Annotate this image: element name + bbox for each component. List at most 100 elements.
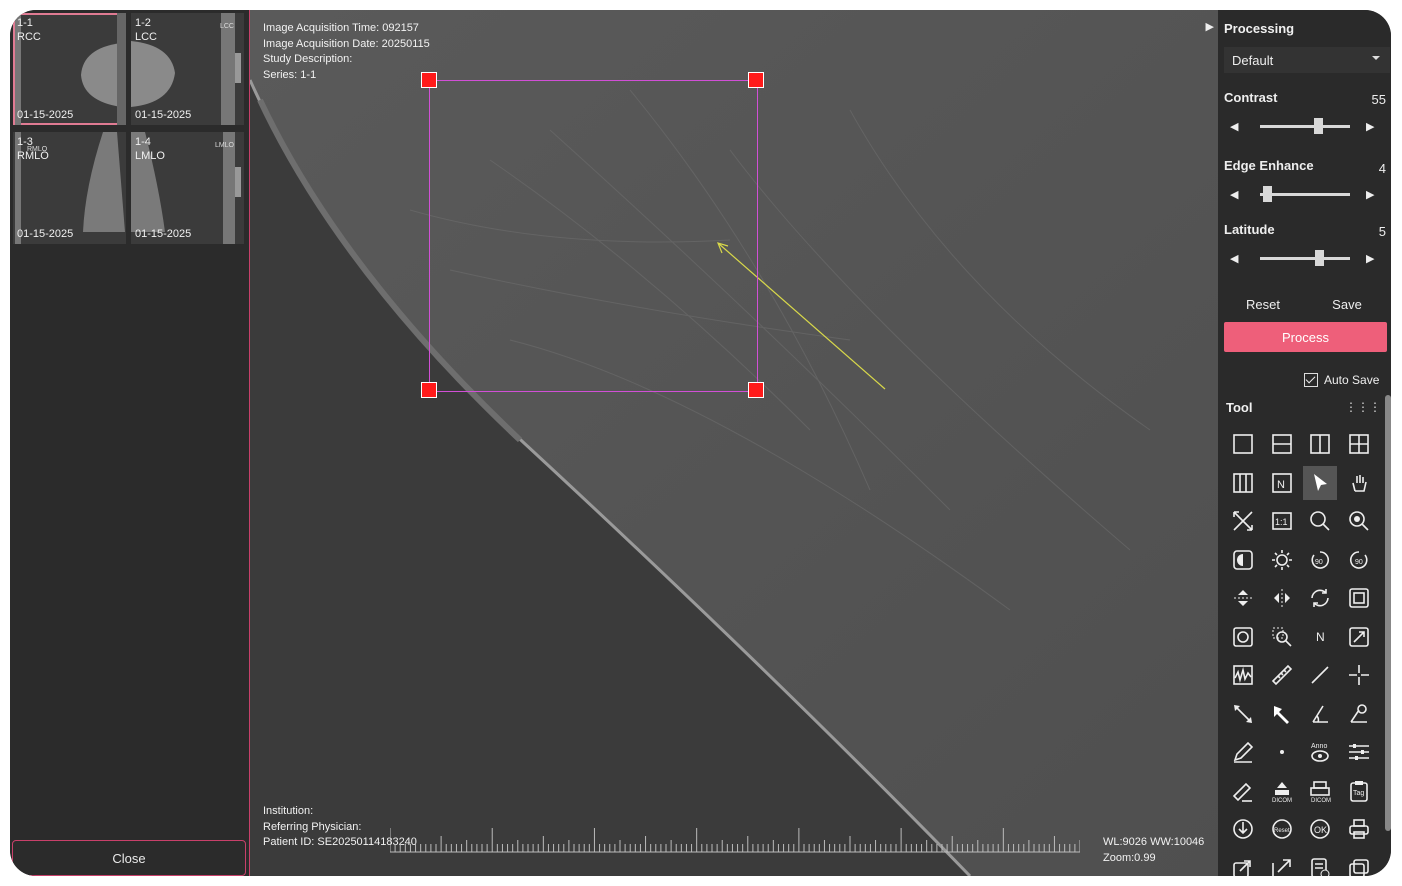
- image-viewer[interactable]: Image Acquisition Time: 092157 Image Acq…: [250, 10, 1218, 876]
- fit-screen-icon[interactable]: [1226, 504, 1260, 538]
- collapse-panel-icon[interactable]: ▶: [1206, 20, 1214, 33]
- process-button[interactable]: Process: [1224, 322, 1387, 352]
- latitude-slider[interactable]: ◀ ▶: [1226, 249, 1390, 267]
- series: Series: 1-1: [263, 68, 317, 81]
- zoom-region-icon[interactable]: [1265, 620, 1299, 654]
- checkbox-icon[interactable]: [1304, 373, 1318, 387]
- pencil-icon[interactable]: [1226, 735, 1260, 769]
- roi-handle-bottom-left[interactable]: [421, 382, 437, 398]
- actual-size-icon: 1:1: [1271, 512, 1292, 530]
- tool-title: Tool: [1226, 400, 1253, 415]
- report-icon[interactable]: [1303, 851, 1337, 876]
- roi-handle-top-left[interactable]: [421, 72, 437, 88]
- download-icon[interactable]: [1226, 812, 1260, 846]
- pointer-icon[interactable]: [1303, 465, 1337, 500]
- contrast-slider[interactable]: ◀ ▶: [1226, 117, 1390, 135]
- slider-knob[interactable]: [1263, 186, 1273, 202]
- edge-enhance-slider[interactable]: ◀ ▶: [1226, 185, 1390, 203]
- grid-menu-icon[interactable]: ⋮⋮⋮: [1345, 400, 1381, 414]
- flip-horizontal-icon: [1273, 589, 1290, 607]
- tag-clipboard-icon[interactable]: Tag: [1342, 774, 1376, 808]
- zoom-icon[interactable]: [1303, 504, 1337, 538]
- slider-knob[interactable]: [1315, 250, 1325, 266]
- pan-hand-icon[interactable]: [1342, 466, 1376, 500]
- dicom-print-icon[interactable]: DICOM: [1303, 774, 1337, 808]
- flip-horizontal-icon[interactable]: [1265, 581, 1299, 615]
- pointer-icon: [1314, 473, 1327, 491]
- layout-1x2-icon[interactable]: [1265, 427, 1299, 461]
- cobb-angle-icon[interactable]: [1342, 697, 1376, 731]
- thumbnail-id: 1-4: [135, 136, 151, 148]
- layout-1x1-icon[interactable]: [1226, 427, 1260, 461]
- increase-icon[interactable]: ▶: [1366, 120, 1374, 133]
- brightness-icon[interactable]: [1265, 543, 1299, 577]
- slider-track[interactable]: [1260, 257, 1350, 260]
- rotate-right-90-icon[interactable]: 90: [1342, 543, 1376, 577]
- invert-icon[interactable]: [1226, 543, 1260, 577]
- reset-icon[interactable]: Reset: [1265, 812, 1299, 846]
- n-icon[interactable]: N: [1303, 620, 1337, 654]
- reset-button[interactable]: Reset: [1223, 293, 1303, 315]
- export-arrow-icon[interactable]: [1265, 851, 1299, 876]
- svg-text:90: 90: [1315, 559, 1323, 566]
- copy-window-icon[interactable]: [1342, 851, 1376, 876]
- auto-save-checkbox[interactable]: Auto Save: [1304, 373, 1379, 387]
- layout-2x1-icon[interactable]: [1303, 427, 1337, 461]
- arrow-icon[interactable]: [1265, 697, 1299, 731]
- crosshair-icon[interactable]: [1342, 658, 1376, 692]
- increase-icon[interactable]: ▶: [1366, 188, 1374, 201]
- tool-scrollbar[interactable]: [1385, 395, 1391, 831]
- layout-3col-icon[interactable]: [1226, 466, 1260, 500]
- adjust-sliders-icon[interactable]: [1342, 735, 1376, 769]
- thumbnail-id: 1-1: [17, 17, 33, 29]
- svg-text:Tag: Tag: [1353, 790, 1364, 797]
- thumbnail-1-3[interactable]: 1-3 RMLO RMLO 01-15-2025: [13, 132, 126, 244]
- double-arrow-icon[interactable]: [1226, 697, 1260, 731]
- export-icon[interactable]: [1226, 851, 1260, 876]
- preset-select[interactable]: Default: [1224, 47, 1390, 73]
- roi-handle-bottom-right[interactable]: [748, 382, 764, 398]
- rotate-left-90-icon[interactable]: 90: [1303, 543, 1337, 577]
- decrease-icon[interactable]: ◀: [1230, 120, 1238, 133]
- magnifier-icon[interactable]: [1342, 504, 1376, 538]
- ruler-icon[interactable]: [1265, 658, 1299, 692]
- measure-edit-icon[interactable]: [1226, 774, 1260, 808]
- increase-icon[interactable]: ▶: [1366, 252, 1374, 265]
- rectangle-roi-icon[interactable]: [1342, 581, 1376, 615]
- histogram-icon[interactable]: [1226, 658, 1260, 692]
- ok-icon[interactable]: OK: [1303, 812, 1337, 846]
- slider-knob[interactable]: [1313, 118, 1323, 134]
- roi-rectangle[interactable]: [429, 80, 758, 392]
- flip-vertical-icon[interactable]: [1226, 581, 1260, 615]
- anno-eye-icon[interactable]: Anno: [1303, 735, 1337, 769]
- contrast-value: 55: [1371, 92, 1386, 107]
- resize-icon[interactable]: [1342, 620, 1376, 654]
- contrast-label: Contrast: [1224, 90, 1278, 105]
- latitude-value: 5: [1378, 224, 1386, 239]
- pencil-icon: [1233, 741, 1254, 763]
- printer-icon[interactable]: [1342, 812, 1376, 846]
- close-button[interactable]: Close: [12, 840, 246, 876]
- thumbnail-1-1[interactable]: 1-1 RCC 01-15-2025: [13, 13, 126, 125]
- decrease-icon[interactable]: ◀: [1230, 252, 1238, 265]
- actual-size-icon[interactable]: 1:1: [1265, 504, 1299, 538]
- roi-handle-top-right[interactable]: [748, 72, 764, 88]
- angle-icon[interactable]: [1303, 697, 1337, 731]
- layout-n-icon[interactable]: N: [1265, 466, 1299, 500]
- double-arrow-icon: [1234, 704, 1252, 723]
- dicom-upload-icon[interactable]: DICOM: [1265, 774, 1299, 808]
- line-icon[interactable]: [1303, 658, 1337, 692]
- slider-track[interactable]: [1260, 125, 1350, 128]
- point-icon[interactable]: [1265, 735, 1299, 769]
- decrease-icon[interactable]: ◀: [1230, 188, 1238, 201]
- thumbnail-1-2[interactable]: 1-2 LCC LCC 01-15-2025: [131, 13, 244, 125]
- thumbnail-1-4[interactable]: 1-4 LMLO LMLO 01-15-2025: [131, 132, 244, 244]
- save-button[interactable]: Save: [1307, 293, 1387, 315]
- reset-rotate-icon[interactable]: [1303, 581, 1337, 615]
- measure-edit-icon: [1232, 782, 1252, 802]
- layout-2x2-icon[interactable]: [1342, 427, 1376, 461]
- ellipse-roi-icon[interactable]: [1226, 620, 1260, 654]
- invert-icon: [1233, 549, 1253, 570]
- slider-track[interactable]: [1260, 193, 1350, 196]
- histogram-icon: [1233, 665, 1253, 685]
